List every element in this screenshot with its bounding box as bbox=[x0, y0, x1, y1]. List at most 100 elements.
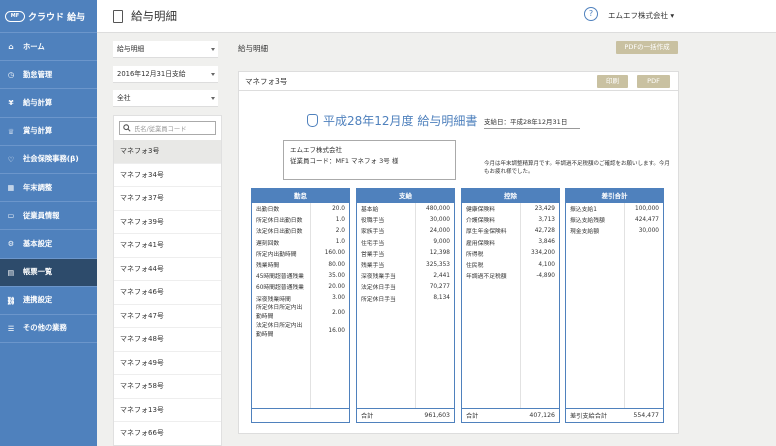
column-total: 合計 961,603 bbox=[357, 408, 454, 422]
total-label: 差引支給合計 bbox=[570, 413, 608, 420]
id-card-icon: ▭ bbox=[7, 211, 15, 221]
employee-list-item[interactable]: マネフォ58号 bbox=[114, 375, 221, 399]
payslip-row: 家族手当 24,000 bbox=[357, 225, 454, 236]
employee-list-item[interactable]: マネフォ39号 bbox=[114, 211, 221, 234]
doc-type-value: 給与明細 bbox=[117, 45, 145, 53]
heart-icon: ♡ bbox=[7, 154, 15, 164]
app-logo[interactable]: MF クラウド 給与 bbox=[0, 0, 97, 33]
payslip-row: 法定休日手当 70,277 bbox=[357, 281, 454, 292]
payslip-row: 60時間超普通残業 20.00 bbox=[252, 281, 349, 292]
payslip-row: 所定休日手当 8,134 bbox=[357, 293, 454, 304]
employee-list-item[interactable]: マネフォ13号 bbox=[114, 399, 221, 422]
column-header: 支給 bbox=[357, 189, 454, 203]
row-value: 80.00 bbox=[328, 261, 345, 268]
clock-icon: ◷ bbox=[7, 70, 15, 80]
yen-icon: ¥ bbox=[8, 98, 14, 108]
employee-list-item[interactable]: マネフォ34号 bbox=[114, 164, 221, 187]
row-value: 160.00 bbox=[324, 250, 345, 257]
row-label: 法定休日所定内出勤時間 bbox=[256, 322, 303, 338]
filter-panel: 給与明細 2016年12月31日支給 全社 氏名/従業員コード マネフォ3号 マネ… bbox=[97, 33, 222, 446]
payslip-row: 所定休日所定内出勤時間 2.00 bbox=[252, 304, 349, 322]
sidebar-item-label: 連携設定 bbox=[23, 295, 53, 305]
total-value: 961,603 bbox=[424, 412, 450, 419]
sidebar-item-6[interactable]: ▭ 従業員情報 bbox=[0, 202, 97, 231]
row-value: 35.00 bbox=[328, 272, 345, 279]
sidebar-item-10[interactable]: ☰ その他の業務 bbox=[0, 315, 97, 344]
company-label: エムエフ株式会社 bbox=[290, 146, 342, 154]
employee-list-item[interactable]: マネフォ66号 bbox=[114, 422, 221, 445]
row-label: 所得税 bbox=[466, 251, 484, 258]
row-label: 振込支給残額 bbox=[570, 218, 605, 225]
row-label: 住宅手当 bbox=[361, 240, 385, 247]
row-value: 12,398 bbox=[429, 250, 450, 257]
payslip-row: 法定休日出勤日数 2.0 bbox=[252, 225, 349, 236]
company-menu[interactable]: エムエフ株式会社 ▾ bbox=[608, 10, 674, 21]
row-label: 残業時間 bbox=[256, 263, 280, 270]
row-label: 営業手当 bbox=[361, 251, 385, 258]
row-label: 家族手当 bbox=[361, 229, 385, 236]
row-label: 雇用保険料 bbox=[466, 240, 495, 247]
sidebar-item-5[interactable]: ▦ 年末調整 bbox=[0, 174, 97, 203]
sidebar-item-9[interactable]: ⛓ 連携設定 bbox=[0, 287, 97, 315]
row-value: 42,728 bbox=[534, 227, 555, 234]
sidebar-item-7[interactable]: ⚙ 基本設定 bbox=[0, 230, 97, 259]
payslip-row: 役職手当 30,000 bbox=[357, 214, 454, 225]
row-label: 役職手当 bbox=[361, 218, 385, 225]
sidebar-item-2[interactable]: ¥ 給与計算 bbox=[0, 89, 97, 118]
sidebar-nav: ⌂ ホーム ◷ 勤怠管理 ¥ 給与計算 ♕ 賞与計算 ♡ 社会保険事務(β) ▦ 年末調整 ▭ 従業員情報… bbox=[0, 33, 97, 344]
pay-date-select[interactable]: 2016年12月31日支給 bbox=[113, 66, 218, 83]
sidebar: MF クラウド 給与 ⌂ ホーム ◷ 勤怠管理 ¥ 給与計算 ♕ 賞与計算 ♡ 社会保険事務(β)… bbox=[0, 0, 97, 446]
chevron-down-icon bbox=[211, 97, 215, 100]
row-value: 30,000 bbox=[429, 216, 450, 223]
scope-select[interactable]: 全社 bbox=[113, 90, 218, 107]
column-divider bbox=[415, 203, 416, 408]
employee-list-item[interactable]: マネフォ3号 bbox=[114, 140, 221, 164]
payslip-row: 残業時間 80.00 bbox=[252, 259, 349, 270]
sidebar-item-3[interactable]: ♕ 賞与計算 bbox=[0, 118, 97, 146]
payslip-row: 残業手当 325,353 bbox=[357, 259, 454, 270]
row-value: 1.0 bbox=[335, 216, 345, 223]
scope-value: 全社 bbox=[117, 94, 131, 102]
bulk-pdf-button[interactable]: PDFの一括作成 bbox=[616, 41, 678, 54]
row-value: 1.0 bbox=[335, 239, 345, 246]
row-label: 出勤日数 bbox=[256, 207, 280, 214]
employee-search-input[interactable]: 氏名/従業員コード bbox=[119, 121, 216, 135]
row-label: 所定内出勤時間 bbox=[256, 251, 297, 258]
row-value: 3.00 bbox=[332, 295, 345, 302]
chevron-down-icon bbox=[211, 48, 215, 51]
sidebar-item-4[interactable]: ♡ 社会保険事務(β) bbox=[0, 146, 97, 174]
row-value: 8,134 bbox=[433, 295, 450, 302]
sidebar-item-8[interactable]: ▤ 帳票一覧 bbox=[0, 258, 97, 287]
row-value: 9,000 bbox=[433, 239, 450, 246]
employee-list-item[interactable]: マネフォ49号 bbox=[114, 352, 221, 375]
print-button[interactable]: 印刷 bbox=[597, 75, 628, 88]
sidebar-item-1[interactable]: ◷ 勤怠管理 bbox=[0, 61, 97, 90]
row-label: 現金支給額 bbox=[570, 229, 599, 236]
doc-type-select[interactable]: 給与明細 bbox=[113, 41, 218, 58]
total-label: 合計 bbox=[466, 413, 479, 420]
pdf-button[interactable]: PDF bbox=[637, 75, 670, 88]
employee-list-item[interactable]: マネフォ44号 bbox=[114, 258, 221, 281]
employee-list-item[interactable]: マネフォ37号 bbox=[114, 187, 221, 211]
row-label: 所定休日所定内出勤時間 bbox=[256, 304, 303, 320]
help-icon[interactable]: ? bbox=[584, 7, 598, 21]
row-value: 3,846 bbox=[538, 239, 555, 246]
payslip-row: 営業手当 12,398 bbox=[357, 248, 454, 259]
sidebar-item-0[interactable]: ⌂ ホーム bbox=[0, 33, 97, 62]
payslip-row: 遅刻回数 1.0 bbox=[252, 237, 349, 248]
employee-info-box: エムエフ株式会社 従業員コード：MF1 マネフォ 3号 様 bbox=[283, 140, 456, 180]
employee-list-item[interactable]: マネフォ46号 bbox=[114, 281, 221, 305]
row-value: 20.0 bbox=[332, 205, 345, 212]
employee-list-item[interactable]: マネフォ47号 bbox=[114, 305, 221, 328]
cloud-logo-icon: MF bbox=[5, 10, 25, 22]
payslip-row: 雇用保険料 3,846 bbox=[462, 237, 559, 248]
row-label: 住民税 bbox=[466, 263, 484, 270]
employee-list-item[interactable]: マネフォ41号 bbox=[114, 234, 221, 258]
column-total: 差引支給合計 554,477 bbox=[566, 408, 663, 422]
row-value: 23,429 bbox=[534, 205, 555, 212]
payslip-title-text: 平成28年12月度 給与明細書 bbox=[323, 114, 478, 128]
payslip-row: 現金支給額 30,000 bbox=[566, 225, 663, 236]
sidebar-item-label: 帳票一覧 bbox=[23, 267, 53, 277]
payslip-column-0: 勤怠 出勤日数 20.0 所定休日出勤日数 1.0 法定休日出勤日数 2.0 遅刻回数 1.0 所… bbox=[251, 188, 350, 423]
employee-list-item[interactable]: マネフォ48号 bbox=[114, 328, 221, 352]
